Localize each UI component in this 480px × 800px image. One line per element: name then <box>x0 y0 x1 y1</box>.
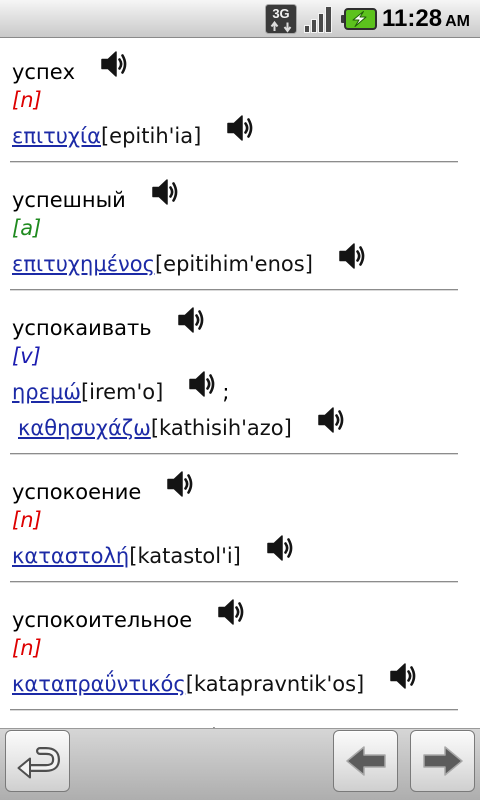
status-bar: 3G 11:28 AM <box>0 0 480 38</box>
speaker-icon[interactable] <box>389 661 417 691</box>
transcription: [kathisih'azo] <box>150 416 292 440</box>
dictionary-entry: успешный [a] επιτυχημένος[epitihim'enos] <box>0 163 480 289</box>
headword-row: успокаивать <box>12 310 480 346</box>
dictionary-entry: успокаивать [v] ηρεμώ[irem'o]; καθησυχάζ… <box>0 291 480 453</box>
speaker-icon[interactable] <box>217 597 245 627</box>
speaker-icon[interactable] <box>317 405 345 435</box>
headword: успех <box>12 60 76 84</box>
headword: успокоительное <box>12 608 193 632</box>
speaker-icon[interactable] <box>166 469 194 499</box>
translation-link[interactable]: καθησυχάζω <box>18 416 151 440</box>
translation-delimiter: ; <box>222 380 230 404</box>
part-of-speech: [n] <box>12 636 42 660</box>
dictionary-results-list[interactable]: успех [n] επιτυχία[epitih'ia] успешный [… <box>0 38 480 800</box>
speaker-icon[interactable] <box>177 305 205 335</box>
translation-row: ηρεμώ[irem'o]; <box>12 374 480 410</box>
dictionary-entry: успокоение [n] καταστολή[katastol'i] <box>0 455 480 581</box>
arrow-right-icon <box>422 746 463 776</box>
translation-row: επιτυχία[epitih'ia] <box>12 118 480 154</box>
speaker-icon[interactable] <box>188 369 216 399</box>
network-type-label: 3G <box>272 6 289 21</box>
transcription: [katastol'i] <box>129 544 241 568</box>
headword-row: успех <box>12 54 480 90</box>
translation-row: επιτυχημένος[epitihim'enos] <box>12 246 480 282</box>
headword-row: успокоительное <box>12 602 480 638</box>
translation-link[interactable]: ηρεμώ <box>12 380 81 404</box>
headword-row: успешный <box>12 182 480 218</box>
transcription: [katapravntik'os] <box>185 672 365 696</box>
translation-row: καταστολή[katastol'i] <box>12 538 480 574</box>
arrow-left-icon <box>345 746 386 776</box>
transcription: [epitihim'enos] <box>154 252 313 276</box>
back-arrow-icon <box>17 747 60 779</box>
translation-row: καθησυχάζω[kathisih'azo] <box>12 410 480 446</box>
headword: успокаивать <box>12 316 152 340</box>
dictionary-entry: успех [n] επιτυχία[epitih'ia] <box>0 38 480 161</box>
headword-row: успокоение <box>12 474 480 510</box>
previous-button[interactable] <box>333 730 398 792</box>
back-button[interactable] <box>5 730 70 792</box>
signal-strength-icon <box>304 6 332 33</box>
part-of-speech: [v] <box>12 344 41 368</box>
clock-meridiem: AM <box>445 13 470 30</box>
transcription: [epitih'ia] <box>100 124 202 148</box>
transcription: [irem'o] <box>80 380 164 404</box>
translation-link[interactable]: επιτυχία <box>12 124 101 148</box>
translation-link[interactable]: επιτυχημένος <box>12 252 155 276</box>
clock-time: 11:28 <box>382 5 443 32</box>
speaker-icon[interactable] <box>338 241 366 271</box>
speaker-icon[interactable] <box>226 113 254 143</box>
status-clock: 11:28 AM <box>382 0 470 37</box>
network-3g-icon: 3G <box>265 4 297 34</box>
translation-row: καταπραΰντικός[katapravntik'os] <box>12 666 480 702</box>
part-of-speech: [n] <box>12 508 42 532</box>
dictionary-entry: успокоительное [n] καταπραΰντικός[katapr… <box>0 583 480 709</box>
speaker-icon[interactable] <box>151 177 179 207</box>
headword: успешный <box>12 188 126 212</box>
headword: успокоение <box>12 480 142 504</box>
speaker-icon[interactable] <box>100 49 128 79</box>
battery-charging-icon <box>341 8 377 30</box>
translation-link[interactable]: καταστολή <box>12 544 129 568</box>
entry-list: успех [n] επιτυχία[epitih'ia] успешный [… <box>0 38 480 773</box>
translation-link[interactable]: καταπραΰντικός <box>12 672 186 696</box>
bottom-toolbar <box>0 728 480 800</box>
part-of-speech: [n] <box>12 88 42 112</box>
speaker-icon[interactable] <box>266 533 294 563</box>
next-button[interactable] <box>410 730 475 792</box>
part-of-speech: [a] <box>12 216 42 240</box>
